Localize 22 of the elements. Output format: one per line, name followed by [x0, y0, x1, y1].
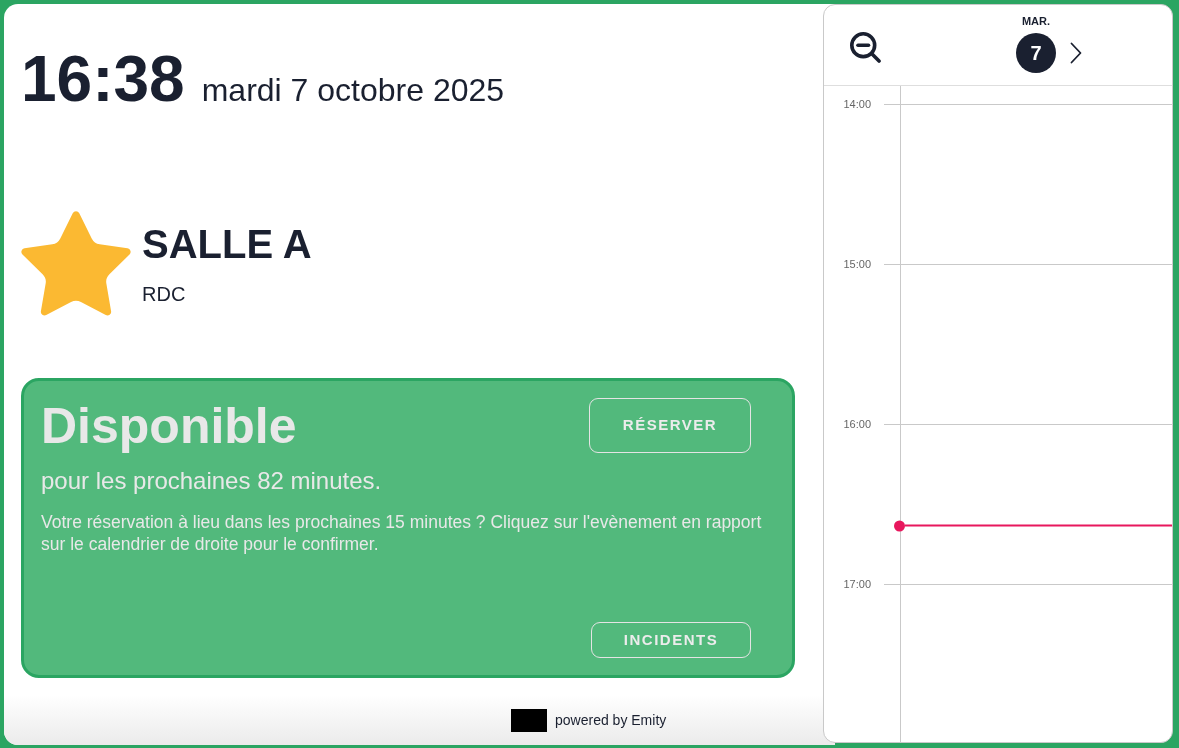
- hour-label: 15:00: [843, 257, 871, 271]
- hour-label: 14:00: [843, 97, 871, 111]
- logo-placeholder: [511, 708, 547, 732]
- powered-by-text: powered by Emity: [555, 710, 667, 730]
- status-title: Disponible: [41, 401, 297, 451]
- date-text: mardi 7 octobre 2025: [201, 74, 505, 106]
- info-text: Votre réservation à lieu dans les prochaines 15 minutes ? Cliquez sur l'evènement en rapport sur le calendrier de droite pour le confirmer.: [41, 511, 763, 555]
- reserve-button[interactable]: RÉSERVER: [589, 398, 751, 453]
- zoom-out-button[interactable]: [849, 31, 881, 63]
- chevron-right-icon: [1070, 42, 1082, 64]
- hour-label: 16:00: [843, 417, 871, 431]
- floor-label: RDC: [142, 284, 187, 304]
- availability-text: pour les prochaines 82 minutes.: [41, 467, 383, 495]
- zoom-out-icon: [849, 31, 881, 63]
- hour-label: 17:00: [843, 577, 871, 591]
- clock-time: 16:38: [21, 47, 185, 111]
- star-icon: [21, 211, 131, 317]
- weekday-label: MAR.: [1021, 15, 1051, 28]
- room-name: SALLE A: [142, 224, 312, 264]
- next-day-button[interactable]: [1070, 42, 1082, 64]
- day-number: 7: [1016, 33, 1056, 73]
- incidents-button[interactable]: INCIDENTS: [591, 622, 751, 658]
